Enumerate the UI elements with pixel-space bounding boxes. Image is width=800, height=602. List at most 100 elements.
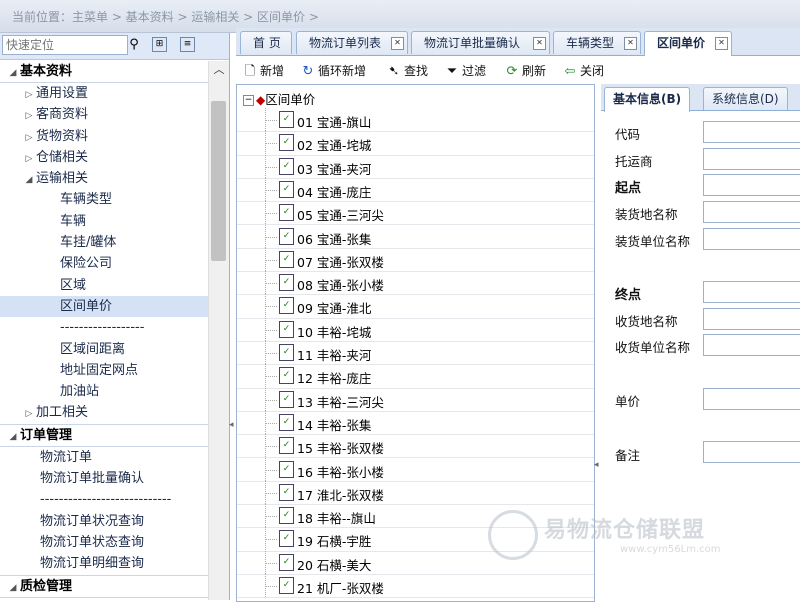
- tree-item[interactable]: ✓ 16 丰裕-张小楼: [237, 457, 594, 482]
- nav-item-insurance[interactable]: 保险公司: [0, 253, 208, 274]
- sidebar: ⚲ ⊞ ≡ ◢基本资料 ▷通用设置 ▷客商资料 ▷货物资料 ▷仓储相关 ◢运输相…: [0, 33, 230, 600]
- collapsed-triangle-icon: ▷: [25, 132, 33, 143]
- tab-strip: 首 页 物流订单列表 ✕ 物流订单批量确认 ✕ 车辆类型 ✕ 区间单价 ✕: [236, 28, 800, 56]
- close-icon[interactable]: ✕: [624, 37, 637, 50]
- price-field[interactable]: [703, 388, 800, 410]
- refresh-button[interactable]: ⟳ 刷新: [504, 62, 546, 79]
- remark-field[interactable]: [703, 441, 800, 463]
- nav-item-general[interactable]: ▷ 通用设置: [0, 83, 208, 104]
- add-button[interactable]: 🗋 新增: [242, 62, 284, 84]
- find-button[interactable]: ➷ 查找: [386, 62, 428, 79]
- nav-item-goods[interactable]: ▷ 货物资料: [0, 126, 208, 147]
- filter-button[interactable]: ⏷ 过滤: [444, 62, 486, 79]
- tab-home[interactable]: 首 页: [240, 31, 292, 54]
- tree-item[interactable]: ✓ 05 宝通-三河尖: [237, 201, 594, 226]
- close-icon[interactable]: ✕: [391, 37, 404, 50]
- tab-batch-confirm[interactable]: 物流订单批量确认 ✕: [411, 31, 550, 54]
- nav-item-interval-price[interactable]: 区间单价: [0, 295, 208, 318]
- nav-item-region-distance[interactable]: 区域间距离: [0, 339, 208, 360]
- tree-item[interactable]: ✓ 03 宝通-夹河: [237, 154, 594, 179]
- close-icon[interactable]: ✕: [533, 37, 546, 50]
- collapse-all-icon[interactable]: ≡: [180, 37, 195, 52]
- tree-item-label: 09 宝通-淮北: [297, 301, 372, 317]
- collapsed-triangle-icon: ▷: [25, 90, 33, 100]
- tree-item[interactable]: ✓ 13 丰裕-三河尖: [237, 387, 594, 412]
- expand-all-icon[interactable]: ⊞: [152, 37, 167, 52]
- tree-item[interactable]: ✓ 15 丰裕-张双楼: [237, 434, 594, 459]
- search-input[interactable]: [2, 35, 128, 55]
- loop-add-button[interactable]: ↻ 循环新增: [300, 62, 366, 79]
- tab-system-info[interactable]: 系统信息(D): [703, 87, 788, 110]
- start-field[interactable]: [703, 174, 800, 196]
- tree-item[interactable]: ✓ 01 宝通-旗山: [237, 108, 594, 133]
- nav-group-quality[interactable]: ◢ 质检管理: [0, 574, 208, 598]
- tree-item[interactable]: ✓ 06 宝通-张集: [237, 224, 594, 249]
- document-check-icon: ✓: [279, 111, 294, 128]
- collapse-left-arrow-icon[interactable]: ◂: [229, 420, 235, 440]
- recv-unit-field[interactable]: [703, 334, 800, 356]
- code-label: 代码: [615, 127, 641, 142]
- close-icon[interactable]: ✕: [715, 37, 728, 50]
- tree-item-label: 16 丰裕-张小楼: [297, 464, 384, 480]
- tree-item[interactable]: ✓ 10 丰裕-垞城: [237, 317, 594, 342]
- nav-item-order-status[interactable]: 物流订单状态查询: [0, 532, 208, 553]
- tab-order-list[interactable]: 物流订单列表 ✕: [296, 31, 408, 54]
- tree-item[interactable]: ✓ 21 机厂-张双楼: [237, 574, 594, 599]
- tree-root[interactable]: − ◆区间单价: [243, 89, 315, 107]
- nav-item-order-condition[interactable]: 物流订单状况查询: [0, 511, 208, 532]
- tree-connector-line: [265, 178, 277, 191]
- nav-item-merchant[interactable]: ▷ 客商资料: [0, 104, 208, 125]
- scrollbar-thumb[interactable]: [211, 101, 226, 261]
- end-field[interactable]: [703, 281, 800, 303]
- tree-item-label: 19 石横-宇胜: [297, 534, 372, 550]
- nav-item-logistics-order[interactable]: 物流订单: [0, 447, 208, 468]
- tree-connector-line: [265, 225, 277, 238]
- scroll-up-arrow-icon[interactable]: ︿: [209, 61, 229, 79]
- tree-item[interactable]: ✓ 14 丰裕-张集: [237, 410, 594, 436]
- tree-item-label: 04 宝通-庞庄: [297, 184, 372, 200]
- load-place-field[interactable]: [703, 201, 800, 223]
- tree-item-label: 10 丰裕-垞城: [297, 324, 372, 340]
- load-place-label: 装货地名称: [615, 207, 678, 222]
- nav-group-orders[interactable]: ◢ 订单管理: [0, 423, 208, 447]
- refresh-icon: ⟳: [506, 64, 518, 79]
- nav-item-vehicle[interactable]: 车辆: [0, 211, 208, 232]
- nav-item-fixed-address[interactable]: 地址固定网点: [0, 360, 208, 381]
- binoculars-icon[interactable]: ⚲: [126, 37, 142, 53]
- code-field[interactable]: [703, 121, 800, 143]
- shipper-field[interactable]: [703, 148, 800, 170]
- nav-item-processing[interactable]: ▷ 加工相关: [0, 402, 208, 423]
- tab-interval-price[interactable]: 区间单价 ✕: [644, 31, 732, 56]
- tree-item[interactable]: ✓ 07 宝通-张双楼: [237, 247, 594, 273]
- tree-item[interactable]: ✓ 02 宝通-垞城: [237, 131, 594, 156]
- tree-item[interactable]: ✓ 11 丰裕-夹河: [237, 341, 594, 366]
- nav-item-batch-confirm[interactable]: 物流订单批量确认: [0, 468, 208, 489]
- load-unit-field[interactable]: [703, 228, 800, 250]
- tab-vehicle-type[interactable]: 车辆类型 ✕: [553, 31, 641, 54]
- tree-item[interactable]: ✓ 17 淮北-张双楼: [237, 480, 594, 506]
- loop-arrow-icon: ↻: [302, 64, 314, 79]
- recv-place-field[interactable]: [703, 308, 800, 330]
- nav-item-warehouse[interactable]: ▷ 仓储相关: [0, 147, 208, 168]
- tree-connector-line: [265, 108, 277, 121]
- sidebar-scrollbar[interactable]: ︿: [208, 61, 229, 600]
- nav-item-vehicle-type[interactable]: 车辆类型: [0, 189, 208, 210]
- tab-basic-info[interactable]: 基本信息(B): [604, 87, 691, 112]
- nav-item-gas-station[interactable]: 加油站: [0, 381, 208, 402]
- nav-group-basic[interactable]: ◢ 基本资料: [0, 61, 208, 83]
- tree-item[interactable]: ✓ 04 宝通-庞庄: [237, 177, 594, 203]
- tree-item-label: 20 石横-美大: [297, 557, 372, 573]
- nav-item-trailer[interactable]: 车挂/罐体: [0, 232, 208, 253]
- nav-item-order-detail[interactable]: 物流订单明细查询: [0, 553, 208, 574]
- collapse-mid-arrow-icon[interactable]: ◂: [594, 460, 600, 480]
- tree-item-label: 01 宝通-旗山: [297, 115, 372, 130]
- tree-item[interactable]: ✓ 08 宝通-张小楼: [237, 271, 594, 296]
- tree-item[interactable]: ✓ 12 丰裕-庞庄: [237, 364, 594, 389]
- nav-item-region[interactable]: 区域: [0, 275, 208, 296]
- watermark: 易物流仓储联盟 www.cym56Lm.com: [470, 508, 790, 564]
- tree-connector-line: [265, 294, 277, 308]
- close-button[interactable]: ⇦ 关闭: [562, 62, 604, 79]
- tree-item[interactable]: ✓ 09 宝通-淮北: [237, 294, 594, 319]
- nav-item-transport[interactable]: ◢ 运输相关: [0, 168, 208, 189]
- collapse-node-icon[interactable]: −: [243, 95, 254, 106]
